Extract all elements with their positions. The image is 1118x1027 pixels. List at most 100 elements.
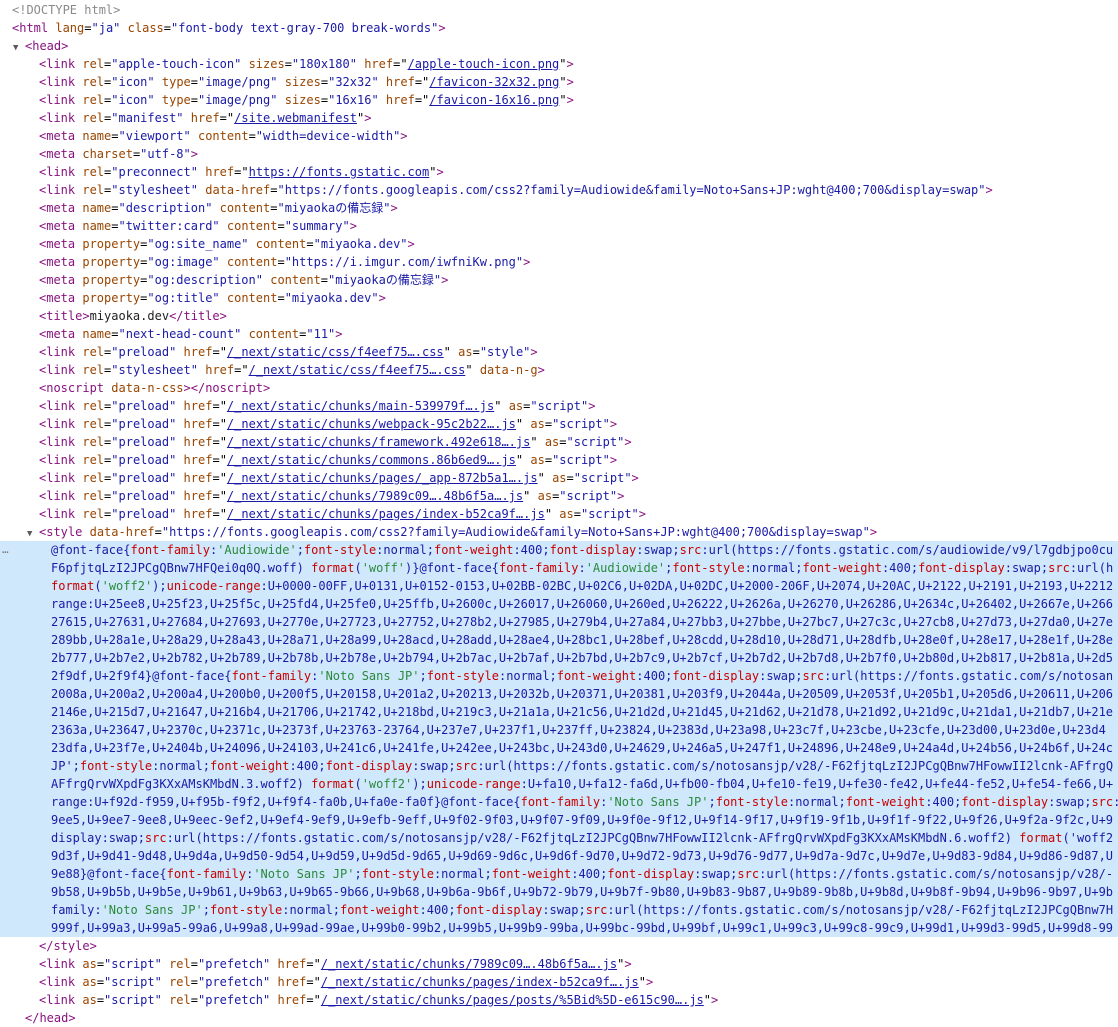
expand-toggle-icon[interactable]: ▼ — [27, 525, 39, 541]
style-text-line[interactable]: … @font-face{font-family:'Audiowide';font… — [0, 541, 1118, 559]
attribute-link[interactable]: /_next/static/css/f4eef75….css — [227, 345, 444, 359]
attribute-name: rel — [169, 957, 191, 971]
style-text-line[interactable]: display:swap;src:url(https://fonts.gstat… — [0, 829, 1118, 847]
attribute-name: content — [226, 219, 278, 233]
head-open-line[interactable]: ▼ <head> — [0, 37, 1118, 55]
style-text-line[interactable]: 289bb,U+28a1e,U+28a29,U+28a43,U+28a71,U+… — [0, 631, 1118, 649]
style-text-line[interactable]: 9e88}@font-face{font-family:'Noto Sans J… — [0, 865, 1118, 883]
style-text-line[interactable]: F6pfjtqLzI2JPCgQBnw7HFQei0q0Q.woff) form… — [0, 559, 1118, 577]
expand-toggle-icon[interactable]: ▼ — [13, 39, 25, 55]
style-text-line[interactable]: 2008a,U+200a2,U+200a4,U+200b0,U+200f5,U+… — [0, 685, 1118, 703]
style-text-line[interactable]: 27615,U+27631,U+27684,U+27693,U+2770e,U+… — [0, 613, 1118, 631]
head-child-link-line[interactable]: <link rel="preload" href="/_next/static/… — [0, 343, 1118, 361]
style-text-line[interactable]: AFfrgQrvWXpdFg3KXxAMsKMbdN.3.woff2) form… — [0, 775, 1118, 793]
head-child-link-line[interactable]: <link rel="preload" href="/_next/static/… — [0, 433, 1118, 451]
attribute-name: data-n-css — [111, 381, 184, 395]
css-property: src — [802, 669, 825, 683]
css-text: 2008a,U+200a2,U+200a4,U+200b0,U+200f5,U+… — [51, 687, 1114, 701]
attribute-value: "prefetch" — [198, 957, 271, 971]
attribute-link[interactable]: /favicon-32x32.png — [429, 75, 559, 89]
style-text-line[interactable]: 9d3f,U+9d41-9d48,U+9d4a,U+9d50-9d54,U+9d… — [0, 847, 1118, 865]
attribute-link[interactable]: /site.webmanifest — [234, 111, 357, 125]
head-child-title-line[interactable]: <title>miyaoka.dev</title> — [0, 307, 1118, 325]
attribute-link[interactable]: /_next/static/chunks/pages/_app-872b5a1…… — [227, 471, 538, 485]
attribute-link[interactable]: /_next/static/chunks/commons.86b6ed9….js — [227, 453, 516, 467]
attribute-link[interactable]: /_next/static/chunks/main-539979f….js — [227, 399, 494, 413]
css-string: 'Noto Sans JP' — [607, 795, 709, 809]
style-text-line[interactable]: 2b777,U+2b7e2,U+2b782,U+2b789,U+2b78b,U+… — [0, 649, 1118, 667]
attribute-link[interactable]: https://fonts.gstatic.com — [249, 165, 430, 179]
attribute-value: "prefetch" — [198, 975, 271, 989]
head-child-meta-line[interactable]: <meta property="og:title" content="miyao… — [0, 289, 1118, 307]
attribute-link[interactable]: /_next/static/chunks/webpack-95c2b22….js — [227, 417, 516, 431]
doctype-line[interactable]: <!DOCTYPE html> — [0, 1, 1118, 19]
prefetch-link-line[interactable]: <link as="script" rel="prefetch" href="/… — [0, 991, 1118, 1009]
prefetch-link-line[interactable]: <link as="script" rel="prefetch" href="/… — [0, 973, 1118, 991]
prefetch-link-line[interactable]: <link as="script" rel="prefetch" href="/… — [0, 955, 1118, 973]
attribute-name: rel — [82, 183, 105, 197]
style-text-line[interactable]: 2146e,U+215d7,U+21647,U+216b4,U+21706,U+… — [0, 703, 1118, 721]
attribute-name: as — [82, 975, 97, 989]
head-child-link-line[interactable]: <link rel="preload" href="/_next/static/… — [0, 397, 1118, 415]
attribute-link[interactable]: /_next/static/chunks/framework.492e618….… — [227, 435, 530, 449]
style-text-line[interactable]: 2f9df,U+2f9f4}@font-face{font-family:'No… — [0, 667, 1118, 685]
head-child-link-line[interactable]: <link rel="apple-touch-icon" sizes="180x… — [0, 55, 1118, 73]
attribute-link[interactable]: /_next/static/chunks/7989c09….48b6f5a….j… — [321, 957, 617, 971]
head-child-meta-line[interactable]: <meta charset="utf-8"> — [0, 145, 1118, 163]
head-child-link-line[interactable]: <link rel="preload" href="/_next/static/… — [0, 487, 1118, 505]
attribute-name: rel — [82, 507, 105, 521]
style-text-line[interactable]: family:'Noto Sans JP';font-style:normal;… — [0, 901, 1118, 919]
attribute-name: rel — [82, 399, 105, 413]
head-child-link-line[interactable]: <link rel="preload" href="/_next/static/… — [0, 451, 1118, 469]
html-open-line[interactable]: <html lang="ja" class="font-body text-gr… — [0, 19, 1118, 37]
style-text-line[interactable]: JP';font-style:normal;font-weight:400;fo… — [0, 757, 1118, 775]
head-child-meta-line[interactable]: <meta name="description" content="miyaok… — [0, 199, 1118, 217]
head-child-link-line[interactable]: <link rel="preload" href="/_next/static/… — [0, 505, 1118, 523]
dom-tree[interactable]: <!DOCTYPE html> <html lang="ja" class="fo… — [0, 0, 1118, 1025]
head-child-meta-line[interactable]: <meta name="viewport" content="width=dev… — [0, 127, 1118, 145]
attribute-name: content — [248, 327, 300, 341]
head-child-link-line[interactable]: <link rel="preconnect" href="https://fon… — [0, 163, 1118, 181]
css-property: format — [311, 777, 355, 791]
style-text-line[interactable]: 23dfa,U+23f7e,U+2404b,U+24096,U+24103,U+… — [0, 739, 1118, 757]
style-text-line[interactable]: 9ee5,U+9ee7-9ee8,U+9eec-9ef2,U+9ef4-9ef9… — [0, 811, 1118, 829]
style-text-line[interactable]: range:U+f92d-f959,U+f95b-f9f2,U+f9f4-fa0… — [0, 793, 1118, 811]
head-child-link-line[interactable]: <link rel="stylesheet" data-href="https:… — [0, 181, 1118, 199]
head-child-meta-line[interactable]: <meta property="og:description" content=… — [0, 271, 1118, 289]
css-property: format — [1019, 831, 1063, 845]
style-open-line[interactable]: ▼ <style data-href="https://fonts.googlea… — [0, 523, 1118, 541]
head-child-link-line[interactable]: <link rel="manifest" href="/site.webmani… — [0, 109, 1118, 127]
head-child-meta-line[interactable]: <meta name="next-head-count" content="11… — [0, 325, 1118, 343]
head-close-line[interactable]: </head> — [0, 1009, 1118, 1027]
style-text-line[interactable]: 9b58,U+9b5b,U+9b5e,U+9b61,U+9b63,U+9b65-… — [0, 883, 1118, 901]
attribute-link[interactable]: /apple-touch-icon.png — [408, 57, 560, 71]
head-child-link-line[interactable]: <link rel="preload" href="/_next/static/… — [0, 415, 1118, 433]
attribute-link[interactable]: /_next/static/chunks/7989c09….48b6f5a….j… — [227, 489, 523, 503]
attribute-name: content — [226, 255, 278, 269]
tag-bracket: > — [624, 957, 632, 971]
head-child-noscript-line[interactable]: <noscript data-n-css></noscript> — [0, 379, 1118, 397]
head-child-meta-line[interactable]: <meta name="twitter:card" content="summa… — [0, 217, 1118, 235]
css-property: font-family — [130, 543, 210, 557]
style-text-line[interactable]: format('woff2');unicode-range:U+0000-00F… — [0, 577, 1118, 595]
style-text-line[interactable]: 2363a,U+23647,U+2370c,U+2371c,U+2373f,U+… — [0, 721, 1118, 739]
attribute-link[interactable]: /_next/static/chunks/pages/index-b52ca9f… — [227, 507, 545, 521]
attribute-name: data-href — [205, 183, 271, 197]
head-child-meta-line[interactable]: <meta property="og:image" content="https… — [0, 253, 1118, 271]
more-options-icon[interactable]: … — [2, 541, 9, 559]
head-child-meta-line[interactable]: <meta property="og:site_name" content="m… — [0, 235, 1118, 253]
attribute-link[interactable]: /_next/static/css/f4eef75….css — [249, 363, 466, 377]
head-child-link-line[interactable]: <link rel="icon" type="image/png" sizes=… — [0, 91, 1118, 109]
attribute-link[interactable]: /_next/static/chunks/pages/index-b52ca9f… — [321, 975, 639, 989]
style-text-line[interactable]: range:U+25ee8,U+25f23,U+25f5c,U+25fd4,U+… — [0, 595, 1118, 613]
style-close-line[interactable]: </style> — [0, 937, 1118, 955]
css-text: 2146e,U+215d7,U+21647,U+216b4,U+21706,U+… — [51, 705, 1114, 719]
attribute-value: "script" — [559, 489, 618, 503]
head-child-link-line[interactable]: <link rel="stylesheet" href="/_next/stat… — [0, 361, 1118, 379]
attribute-link[interactable]: /favicon-16x16.png — [429, 93, 559, 107]
style-text-line[interactable]: 999f,U+99a3,U+99a5-99a6,U+99a8,U+99ad-99… — [0, 919, 1118, 937]
head-child-link-line[interactable]: <link rel="icon" type="image/png" sizes=… — [0, 73, 1118, 91]
css-string: 'woff2' — [101, 579, 153, 593]
attribute-link[interactable]: /_next/static/chunks/pages/posts/%5Bid%5… — [321, 993, 704, 1007]
head-child-link-line[interactable]: <link rel="preload" href="/_next/static/… — [0, 469, 1118, 487]
